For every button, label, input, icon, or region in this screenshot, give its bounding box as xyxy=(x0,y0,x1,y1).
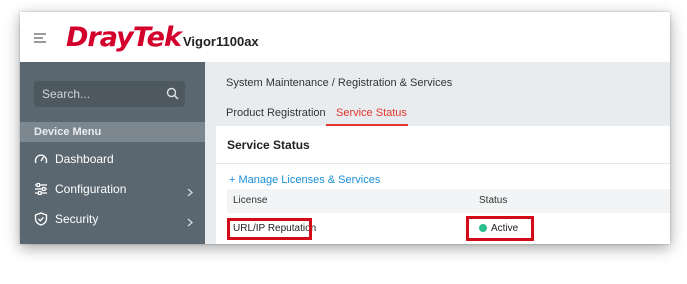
column-header-status: Status xyxy=(479,195,508,206)
tab-service-status[interactable]: Service Status xyxy=(336,107,407,119)
sidebar-item-security[interactable]: Security xyxy=(20,204,205,234)
search-placeholder: Search... xyxy=(42,87,91,101)
chevron-right-icon xyxy=(187,184,193,202)
table-header: License Status xyxy=(227,189,670,213)
tab-product-registration[interactable]: Product Registration xyxy=(226,107,326,119)
app-window: DrayTek Vigor1100ax Search... Device Men… xyxy=(20,12,670,244)
card-title: Service Status xyxy=(227,138,310,152)
breadcrumb: System Maintenance / Registration & Serv… xyxy=(226,77,453,89)
service-status-card: Service Status + Manage Licenses & Servi… xyxy=(216,126,670,244)
manage-licenses-link[interactable]: + Manage Licenses & Services xyxy=(229,174,380,186)
top-bar: DrayTek Vigor1100ax xyxy=(20,12,670,63)
device-model: Vigor1100ax xyxy=(183,34,259,49)
device-menu-label: Device Menu xyxy=(34,126,102,138)
shield-icon xyxy=(34,212,48,231)
draytek-logo: DrayTek xyxy=(66,22,182,53)
sidebar-item-label: Security xyxy=(55,212,99,226)
sidebar-item-label: Dashboard xyxy=(55,152,114,166)
gauge-icon xyxy=(34,152,48,171)
hamburger-menu-icon[interactable] xyxy=(34,33,46,43)
chevron-right-icon xyxy=(187,214,193,232)
main-content: System Maintenance / Registration & Serv… xyxy=(205,62,670,244)
sidebar-item-label: Configuration xyxy=(55,182,127,196)
highlight-box-license xyxy=(227,218,312,240)
device-menu-header: Device Menu xyxy=(20,122,205,142)
highlight-box-status xyxy=(466,216,534,241)
sliders-icon xyxy=(34,182,48,201)
card-divider xyxy=(216,163,670,164)
search-icon[interactable] xyxy=(166,87,179,105)
sidebar-item-dashboard[interactable]: Dashboard xyxy=(20,144,205,174)
search-input[interactable]: Search... xyxy=(34,81,185,107)
sidebar-item-configuration[interactable]: Configuration xyxy=(20,174,205,204)
column-header-license: License xyxy=(233,195,268,206)
sidebar: Search... Device Menu Dashboard Configur… xyxy=(20,62,205,244)
